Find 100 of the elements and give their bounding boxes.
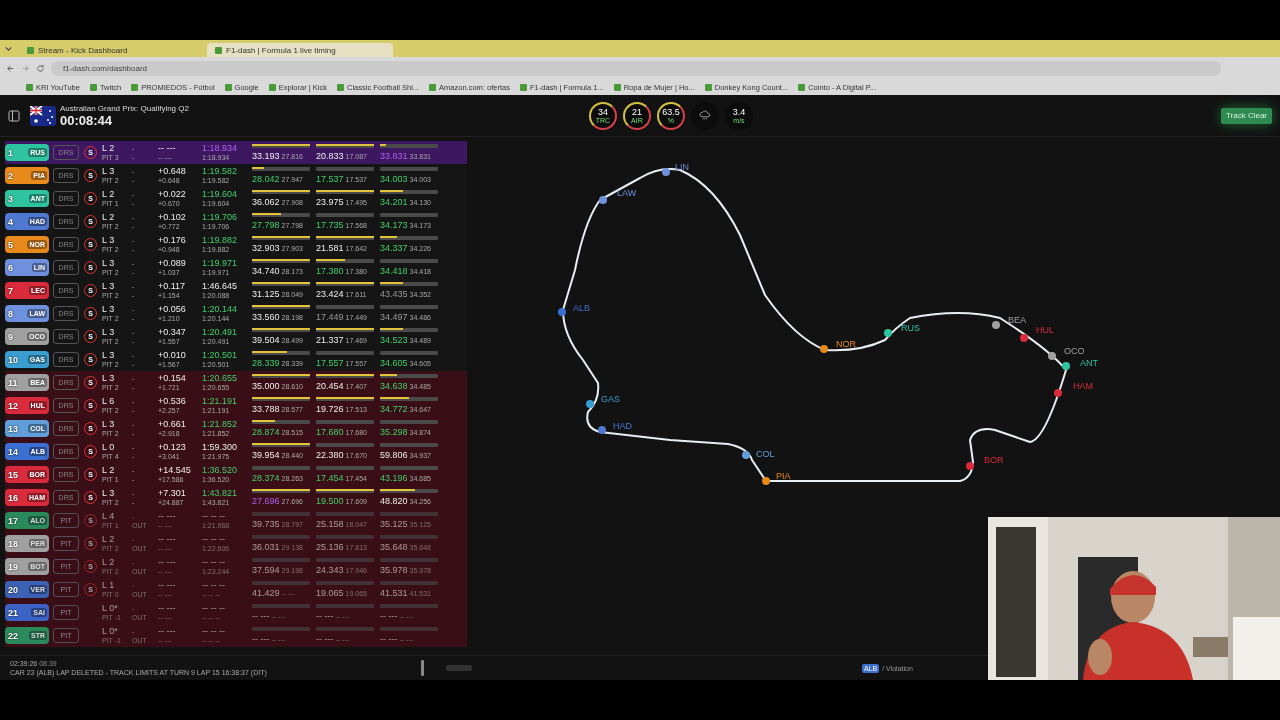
- sector-time: 48.820: [380, 496, 408, 506]
- sector-time: 23.975: [316, 197, 344, 207]
- browser-tab[interactable]: F1-dash | Formula 1 live timing: [207, 43, 393, 57]
- address-field[interactable]: f1-dash.com/dashboard: [51, 60, 1221, 76]
- position-number: 9: [8, 331, 13, 342]
- gap-to-ahead: +7.301: [158, 488, 187, 498]
- last-lap-time: 1:19.604: [202, 189, 239, 199]
- last-lap-time: -- -- --: [202, 557, 226, 567]
- panel-placeholder: [446, 665, 472, 671]
- lap-count: L 3: [102, 350, 116, 360]
- last-lap-time: 1:59.300: [202, 442, 239, 452]
- mini-sector-bar: [380, 167, 438, 171]
- position-number: 7: [8, 285, 13, 296]
- session-clock: 00:08:44: [60, 112, 114, 128]
- sector-time: 22.380: [316, 450, 344, 460]
- sector-time: 17.537: [316, 174, 344, 184]
- sector-time: 33.193: [252, 151, 280, 161]
- mini-sector-bar: [252, 581, 310, 585]
- last-lap-time: 1:36.520: [202, 465, 239, 475]
- sector-time: 28.339: [252, 358, 280, 368]
- mini-sector-bar: [380, 627, 438, 631]
- mini-sector-bar: [252, 627, 310, 631]
- last-lap-time: 1:46.645: [202, 281, 239, 291]
- mini-sector-bar: [316, 604, 374, 608]
- gauge-value: 21: [631, 107, 642, 117]
- sector-time: -- ---: [380, 634, 398, 644]
- sector-time: 35.648: [380, 542, 408, 552]
- driver-label: PIA: [776, 471, 791, 481]
- position-number: 5: [8, 239, 13, 250]
- sector-time: 36.062: [252, 197, 280, 207]
- sector-time: 27.696: [252, 496, 280, 506]
- sector-time: 17.449: [316, 312, 344, 322]
- last-lap-time: 1:19.706: [202, 212, 239, 222]
- sector-time: 20.454: [316, 381, 344, 391]
- sector-time: 35.978: [380, 565, 408, 575]
- position-number: 1: [8, 147, 13, 158]
- position-number: 6: [8, 262, 13, 273]
- mini-sector-bar: [316, 167, 374, 171]
- position-number: 10: [8, 354, 18, 365]
- sector-time: 35.125: [380, 519, 408, 529]
- sector-time: 21.337: [316, 335, 344, 345]
- mini-sector-bar: [252, 512, 310, 516]
- gap-to-ahead: -- ---: [158, 534, 177, 544]
- track-status-button[interactable]: Track Clear: [1220, 107, 1272, 124]
- gap-to-ahead: -- ---: [158, 557, 177, 567]
- lap-count: L 2: [102, 189, 116, 199]
- sector-time: 39.954: [252, 450, 280, 460]
- reload-icon[interactable]: [36, 63, 45, 73]
- lap-count: L 3: [102, 235, 116, 245]
- position-number: 12: [8, 400, 18, 411]
- position-number: 8: [8, 308, 13, 319]
- lap-count: L 3: [102, 373, 116, 383]
- lap-count: L 2: [102, 143, 116, 153]
- last-lap-time: 1:21.191: [202, 396, 239, 406]
- gap-to-ahead: -- ---: [158, 580, 177, 590]
- mini-sector-bar: [252, 466, 310, 470]
- mini-sector-bar: [380, 420, 438, 424]
- last-lap-time: -- -- --: [202, 511, 226, 521]
- sector-time: 19.065: [316, 588, 344, 598]
- last-lap-time: 1:21.852: [202, 419, 239, 429]
- sector-time: 34.523: [380, 335, 408, 345]
- mini-sector-bar: [252, 558, 310, 562]
- mini-sector-bar: [380, 305, 438, 309]
- sector-time: 39.735: [252, 519, 280, 529]
- gap-to-ahead: +0.010: [158, 350, 187, 360]
- lap-count: L 2: [102, 557, 116, 567]
- back-icon[interactable]: [6, 63, 15, 73]
- mini-sector-bar: [316, 581, 374, 585]
- sidebar-toggle-icon[interactable]: [8, 109, 20, 122]
- mini-sector-bar: [380, 558, 438, 562]
- mini-sector-bar: [380, 512, 438, 516]
- mini-sector-bar: [316, 351, 374, 355]
- lap-count: L 0: [102, 442, 116, 452]
- position-number: 21: [8, 607, 18, 618]
- lap-count: L 2: [102, 212, 116, 222]
- last-lap-time: 1:19.882: [202, 235, 239, 245]
- gap-to-ahead: +0.056: [158, 304, 187, 314]
- mini-sector-bar: [316, 558, 374, 562]
- flag-icon: [30, 105, 56, 126]
- driver-label: BEA: [1008, 315, 1026, 325]
- sector-time: 21.581: [316, 243, 344, 253]
- gap-to-ahead: +0.022: [158, 189, 187, 199]
- sector-time: 28.374: [252, 473, 280, 483]
- lap-count: L 0*: [102, 626, 119, 636]
- panel-resize-handle[interactable]: [421, 660, 424, 676]
- lap-count: L 2: [102, 465, 116, 475]
- last-lap-time: -- -- --: [202, 603, 226, 613]
- last-lap-time: 1:20.501: [202, 350, 239, 360]
- last-lap-time: 1:43.821: [202, 488, 239, 498]
- sector-time: 41.429: [252, 588, 280, 598]
- gap-to-ahead: +0.176: [158, 235, 187, 245]
- sector-time: 17.454: [316, 473, 344, 483]
- sector-time: 34.173: [380, 220, 408, 230]
- driver-label: GAS: [601, 394, 620, 404]
- rain-cloud-icon: [698, 110, 711, 121]
- sector-time: 28.874: [252, 427, 280, 437]
- position-number: 22: [8, 630, 18, 641]
- browser-tab[interactable]: Stream - Kick Dashboard: [19, 43, 205, 57]
- tab-list-icon[interactable]: [4, 44, 13, 53]
- sector-time: 17.557: [316, 358, 344, 368]
